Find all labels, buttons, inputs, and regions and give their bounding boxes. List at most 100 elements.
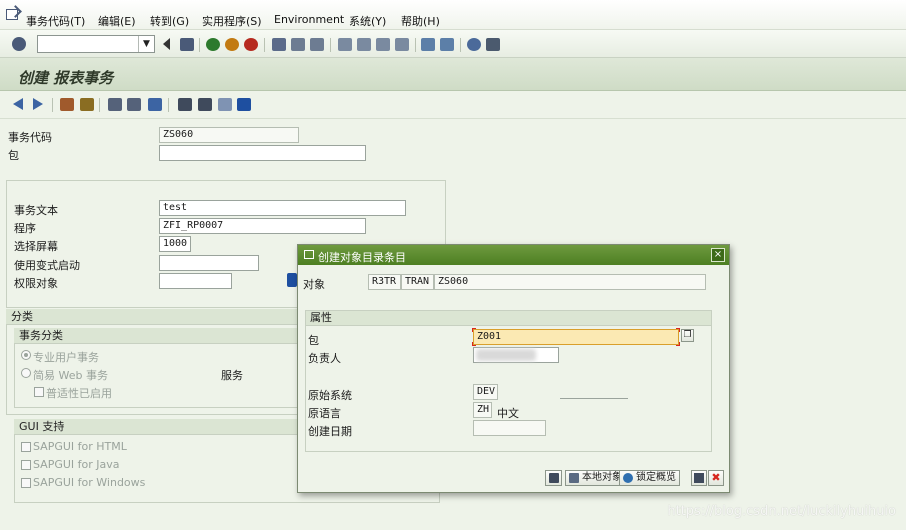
tcode-label: 事务代码 [8, 131, 52, 144]
enter-icon[interactable] [12, 37, 26, 51]
local-object-button[interactable]: 本地对象 [565, 470, 626, 486]
local-object-label: 本地对象 [582, 472, 622, 483]
application-toolbar [0, 91, 906, 119]
command-field[interactable]: ▼ [37, 35, 155, 53]
layout-icon[interactable] [486, 38, 500, 51]
where-used-icon[interactable] [148, 98, 162, 111]
back-icon[interactable] [206, 38, 220, 51]
original-language-label: 原语言 [308, 407, 341, 420]
cancel-icon[interactable] [244, 38, 258, 51]
hierarchy-icon[interactable] [178, 98, 192, 111]
lock-overview-label: 锁定概览 [636, 472, 676, 483]
dialog-package-label: 包 [308, 334, 319, 347]
command-dropdown-icon[interactable]: ▼ [138, 36, 154, 52]
toolbar-separator [52, 98, 53, 112]
save-icon[interactable] [180, 38, 194, 51]
created-date-label: 创建日期 [308, 425, 352, 438]
radio-easy-web-label: 简易 Web 事务 [33, 369, 108, 382]
attributes-title: 属性 [306, 311, 711, 326]
menu-help[interactable]: 帮助(H) [401, 13, 440, 29]
variant-label: 使用变式启动 [14, 259, 80, 272]
find-icon[interactable] [291, 38, 305, 51]
variant-field[interactable] [159, 255, 259, 271]
object-type-field: TRAN [401, 274, 434, 290]
info-icon[interactable] [237, 98, 251, 111]
lock-overview-button[interactable]: 锁定概览 [619, 470, 680, 486]
sapgui-windows-checkbox[interactable] [21, 478, 31, 488]
first-page-icon[interactable] [338, 38, 352, 51]
radio-professional[interactable] [21, 350, 31, 360]
created-date-field [473, 420, 546, 436]
sapgui-html-checkbox[interactable] [21, 442, 31, 452]
delete-icon[interactable] [127, 98, 141, 111]
dialog-title: 创建对象目录条目 [318, 251, 406, 264]
sapgui-windows-label: SAPGUI for Windows [33, 476, 146, 489]
package-label: 包 [8, 149, 19, 162]
save-icon [549, 473, 559, 483]
toolbar-separator [199, 38, 200, 52]
menu-goto[interactable]: 转到(G) [150, 13, 189, 29]
next-page-icon[interactable] [376, 38, 390, 51]
package-field[interactable] [159, 145, 366, 161]
auth-object-field[interactable] [159, 273, 232, 289]
menu-edit[interactable]: 编辑(E) [98, 13, 136, 29]
menu-exit-icon[interactable] [6, 9, 18, 20]
menu-transaction[interactable]: 事务代码(T) [26, 13, 85, 29]
menu-utilities[interactable]: 实用程序(S) [202, 13, 262, 29]
object-name-field: ZS060 [434, 274, 706, 290]
documentation-icon[interactable] [218, 98, 232, 111]
object-label: 对象 [303, 278, 325, 291]
cancel-button[interactable]: ✖ [708, 470, 724, 486]
close-icon[interactable]: × [711, 248, 725, 262]
transaction-text-field[interactable]: test [159, 200, 406, 216]
original-language-name: 中文 [497, 407, 519, 420]
display-change-icon[interactable] [60, 98, 74, 111]
exit-icon[interactable] [225, 38, 239, 51]
tcode-field[interactable]: ZS060 [159, 127, 299, 143]
auth-values-icon[interactable] [287, 273, 297, 287]
package-search-help-icon[interactable]: ❐ [681, 329, 694, 342]
transaction-text-label: 事务文本 [14, 204, 58, 217]
pervasive-checkbox[interactable] [34, 387, 44, 397]
focus-corner [472, 328, 476, 332]
sapgui-java-checkbox[interactable] [21, 460, 31, 470]
source-system-label: 原始系统 [308, 389, 352, 402]
divider [560, 398, 628, 399]
dialog-titlebar: 创建对象目录条目 × [298, 245, 729, 265]
help-book-icon [694, 473, 704, 483]
test-icon[interactable] [198, 98, 212, 111]
page-title: 创建 报表事务 [18, 69, 114, 87]
program-field[interactable]: ZFI_RP0007 [159, 218, 366, 234]
back-arrow-icon[interactable] [163, 38, 170, 50]
menu-environment[interactable]: Environment [274, 13, 344, 26]
menu-system[interactable]: 系统(Y) [349, 13, 386, 29]
program-label: 程序 [14, 222, 36, 235]
object-pgmid-field: R3TR [368, 274, 401, 290]
system-toolbar: ▼ [0, 30, 906, 58]
toolbar-separator [168, 98, 169, 112]
focus-corner [472, 342, 476, 346]
selection-screen-field[interactable]: 1000 [159, 236, 191, 252]
toolbar-separator [460, 38, 461, 52]
sapgui-java-label: SAPGUI for Java [33, 458, 120, 471]
pervasive-label: 普适性已启用 [46, 387, 112, 400]
print-icon[interactable] [272, 38, 286, 51]
radio-easy-web[interactable] [21, 368, 31, 378]
shortcut-icon[interactable] [440, 38, 454, 51]
find-next-icon[interactable] [310, 38, 324, 51]
lock-overview-icon [623, 473, 633, 483]
toolbar-separator [264, 38, 265, 52]
next-object-icon[interactable] [33, 98, 43, 110]
prev-page-icon[interactable] [357, 38, 371, 51]
create-object-directory-dialog: 创建对象目录条目 × 对象 R3TR TRAN ZS060 属性 包 Z001 … [297, 244, 730, 493]
save-button[interactable] [545, 470, 562, 486]
new-session-icon[interactable] [421, 38, 435, 51]
help-icon[interactable] [467, 38, 481, 51]
previous-object-icon[interactable] [13, 98, 23, 110]
other-object-icon[interactable] [108, 98, 122, 111]
last-page-icon[interactable] [395, 38, 409, 51]
auth-object-label: 权限对象 [14, 277, 58, 290]
help-book-button[interactable] [691, 470, 707, 486]
activate-icon[interactable] [80, 98, 94, 111]
dialog-package-field[interactable]: Z001 [473, 329, 679, 345]
